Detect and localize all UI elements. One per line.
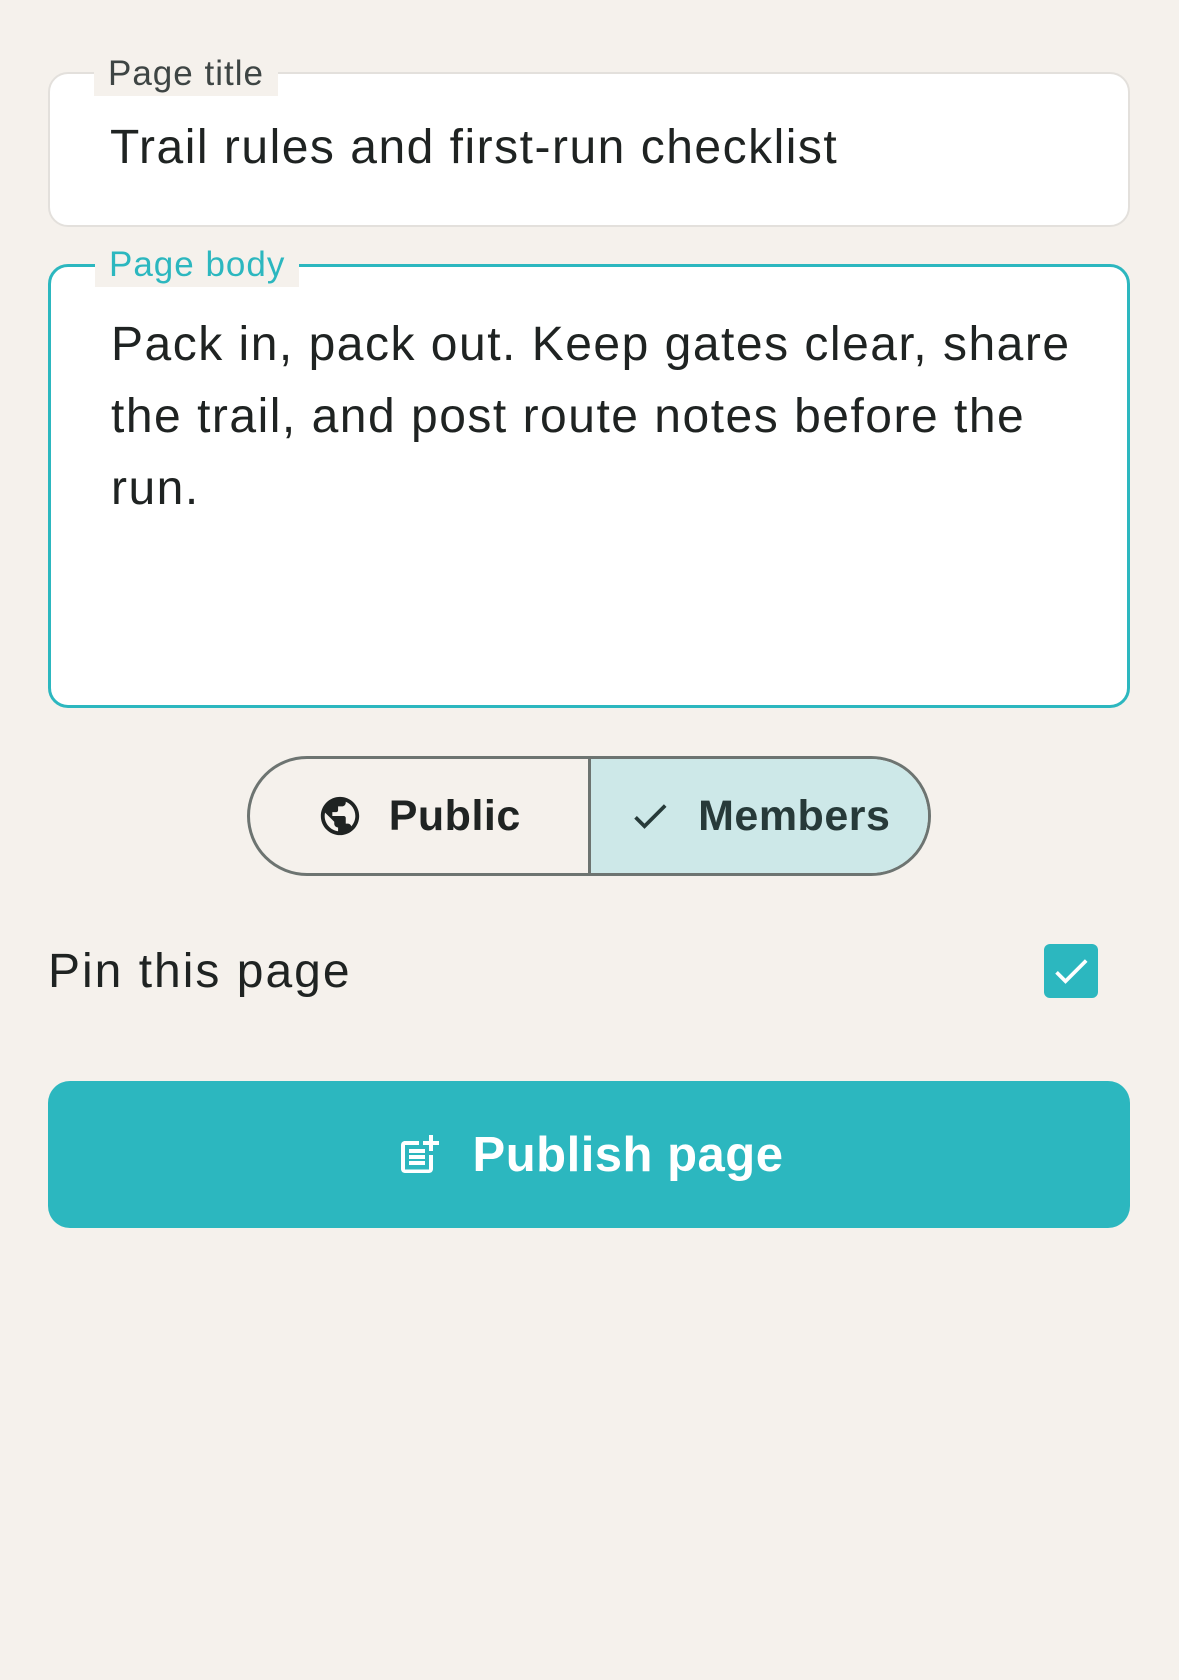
- visibility-option-members-label: Members: [698, 791, 891, 840]
- visibility-toggle: Public Members: [247, 756, 931, 876]
- page-title-field[interactable]: Page title Trail rules and first-run che…: [48, 52, 1130, 227]
- checkmark-icon: [1055, 959, 1088, 984]
- publish-page-label: Publish page: [472, 1127, 784, 1182]
- pin-page-label: Pin this page: [48, 945, 352, 998]
- pin-page-row: Pin this page: [48, 940, 1098, 1004]
- page-body-label: Page body: [95, 243, 300, 287]
- page-body-field[interactable]: Page body Pack in, pack out. Keep gates …: [48, 243, 1130, 708]
- page-body-textarea[interactable]: Pack in, pack out. Keep gates clear, sha…: [111, 309, 1087, 525]
- page-title-input[interactable]: Trail rules and first-run checklist: [110, 118, 1088, 178]
- publish-page-button[interactable]: Publish page: [48, 1081, 1130, 1228]
- globe-icon: [317, 793, 363, 839]
- post-add-icon: [395, 1131, 443, 1179]
- check-icon: [628, 794, 672, 838]
- pin-page-checkbox[interactable]: [1044, 944, 1098, 998]
- visibility-option-public[interactable]: Public: [250, 759, 588, 873]
- visibility-option-public-label: Public: [388, 791, 521, 840]
- visibility-option-members[interactable]: Members: [587, 759, 928, 873]
- page-title-label: Page title: [94, 52, 278, 96]
